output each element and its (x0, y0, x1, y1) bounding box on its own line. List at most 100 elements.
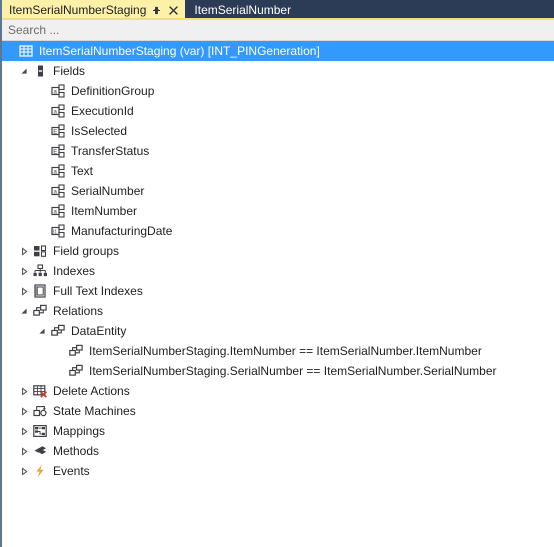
field-string-icon: a (50, 163, 66, 179)
chevron-right-icon[interactable] (16, 461, 32, 481)
tree-row[interactable]: a SerialNumber (2, 181, 554, 201)
tree-row[interactable]: Methods (2, 441, 554, 461)
tree-row-label: ItemNumber (71, 204, 138, 218)
tab-strip-underline (2, 18, 554, 20)
model-tree[interactable]: ItemSerialNumberStaging (var) [INT_PINGe… (2, 41, 554, 481)
svg-text:31: 31 (52, 229, 58, 235)
tab-strip-filler (301, 0, 554, 20)
field-string-icon: a (50, 103, 66, 119)
tree-row-label: Relations (53, 304, 104, 318)
events-icon (32, 463, 48, 479)
tree-row-label: ItemSerialNumberStaging.SerialNumber == … (89, 364, 497, 378)
tree-row-label: ManufacturingDate (71, 224, 173, 238)
tree-row[interactable]: a ItemNumber (2, 201, 554, 221)
close-icon[interactable] (166, 2, 180, 18)
svg-text:E: E (53, 129, 57, 135)
tree-row[interactable]: ItemSerialNumberStaging.SerialNumber == … (2, 361, 554, 381)
tree-row-label: DefinitionGroup (71, 84, 155, 98)
tree-row[interactable]: a ExecutionId (2, 101, 554, 121)
tree-row[interactable]: Field groups (2, 241, 554, 261)
chevron-down-icon[interactable] (16, 61, 32, 81)
tree-row-label: Fields (53, 64, 86, 78)
tree-row-label: SerialNumber (71, 184, 145, 198)
tree-row-label: Events (53, 464, 90, 478)
tree-row[interactable]: State Machines (2, 401, 554, 421)
tree-row-label: Text (71, 164, 94, 178)
pin-icon[interactable] (149, 2, 163, 18)
tree-row[interactable]: Mappings (2, 421, 554, 441)
tab-strip: ItemSerialNumberStaging ItemSerialNumber (2, 0, 554, 20)
tab-label: ItemSerialNumber (194, 3, 292, 17)
tree-row-label: State Machines (53, 404, 136, 418)
tab-item-serial-number-staging[interactable]: ItemSerialNumberStaging (2, 0, 186, 20)
tree-row[interactable]: a DefinitionGroup (2, 81, 554, 101)
fields-icon (32, 63, 48, 79)
chevron-right-icon[interactable] (16, 401, 32, 421)
tree-row-label: Indexes (53, 264, 96, 278)
tree-row[interactable]: E IsSelected (2, 121, 554, 141)
chevron-right-icon[interactable] (16, 261, 32, 281)
chevron-down-icon[interactable] (34, 321, 50, 341)
tree-row-label: ItemSerialNumberStaging.ItemNumber == It… (89, 344, 482, 358)
search-input[interactable] (2, 20, 554, 40)
chevron-right-icon[interactable] (16, 281, 32, 301)
tab-item-serial-number[interactable]: ItemSerialNumber (185, 0, 302, 20)
field-string-icon: a (50, 83, 66, 99)
chevron-right-icon[interactable] (16, 241, 32, 261)
indexes-icon (32, 263, 48, 279)
tree-row[interactable]: DataEntity (2, 321, 554, 341)
field-string-icon: a (50, 183, 66, 199)
tree-row[interactable]: Relations (2, 301, 554, 321)
chevron-right-icon[interactable] (16, 381, 32, 401)
chevron-right-icon[interactable] (16, 421, 32, 441)
full-text-indexes-icon (32, 283, 48, 299)
tree-row-label: Delete Actions (53, 384, 130, 398)
tree-row[interactable]: Delete Actions (2, 381, 554, 401)
tree-row[interactable]: 31 ManufacturingDate (2, 221, 554, 241)
tree-row[interactable]: ItemSerialNumberStaging.ItemNumber == It… (2, 341, 554, 361)
tree-row-label: ExecutionId (71, 104, 134, 118)
methods-icon (32, 443, 48, 459)
svg-text:E: E (53, 149, 57, 155)
tree-row-label: Full Text Indexes (53, 284, 143, 298)
mappings-icon (32, 423, 48, 439)
chevron-down-icon[interactable] (16, 301, 32, 321)
relations-icon (68, 363, 84, 379)
field-date-icon: 31 (50, 223, 66, 239)
designer-window: ItemSerialNumberStaging ItemSerialNumber… (0, 0, 554, 547)
tree-row-label: ItemSerialNumberStaging (var) [INT_PINGe… (39, 44, 320, 58)
tree-row-label: Field groups (53, 244, 120, 258)
relations-icon (32, 303, 48, 319)
tree-row-label: DataEntity (71, 324, 127, 338)
search-bar (2, 20, 554, 41)
field-enum-icon: E (50, 143, 66, 159)
tree-row-label: TransferStatus (71, 144, 150, 158)
field-groups-icon (32, 243, 48, 259)
delete-actions-icon (32, 383, 48, 399)
tree-row[interactable]: Events (2, 461, 554, 481)
tree-row-label: Methods (53, 444, 100, 458)
tree-row-label: Mappings (53, 424, 106, 438)
tree-row[interactable]: Full Text Indexes (2, 281, 554, 301)
field-enum-icon: E (50, 123, 66, 139)
tree-row[interactable]: Indexes (2, 261, 554, 281)
tree-row-label: IsSelected (71, 124, 128, 138)
tree-row[interactable]: ItemSerialNumberStaging (var) [INT_PINGe… (2, 41, 554, 61)
tree-row[interactable]: E TransferStatus (2, 141, 554, 161)
tree-row[interactable]: a Text (2, 161, 554, 181)
relations-icon (50, 323, 66, 339)
chevron-right-icon[interactable] (16, 441, 32, 461)
tree-row[interactable]: Fields (2, 61, 554, 81)
tab-label: ItemSerialNumberStaging (9, 3, 147, 17)
